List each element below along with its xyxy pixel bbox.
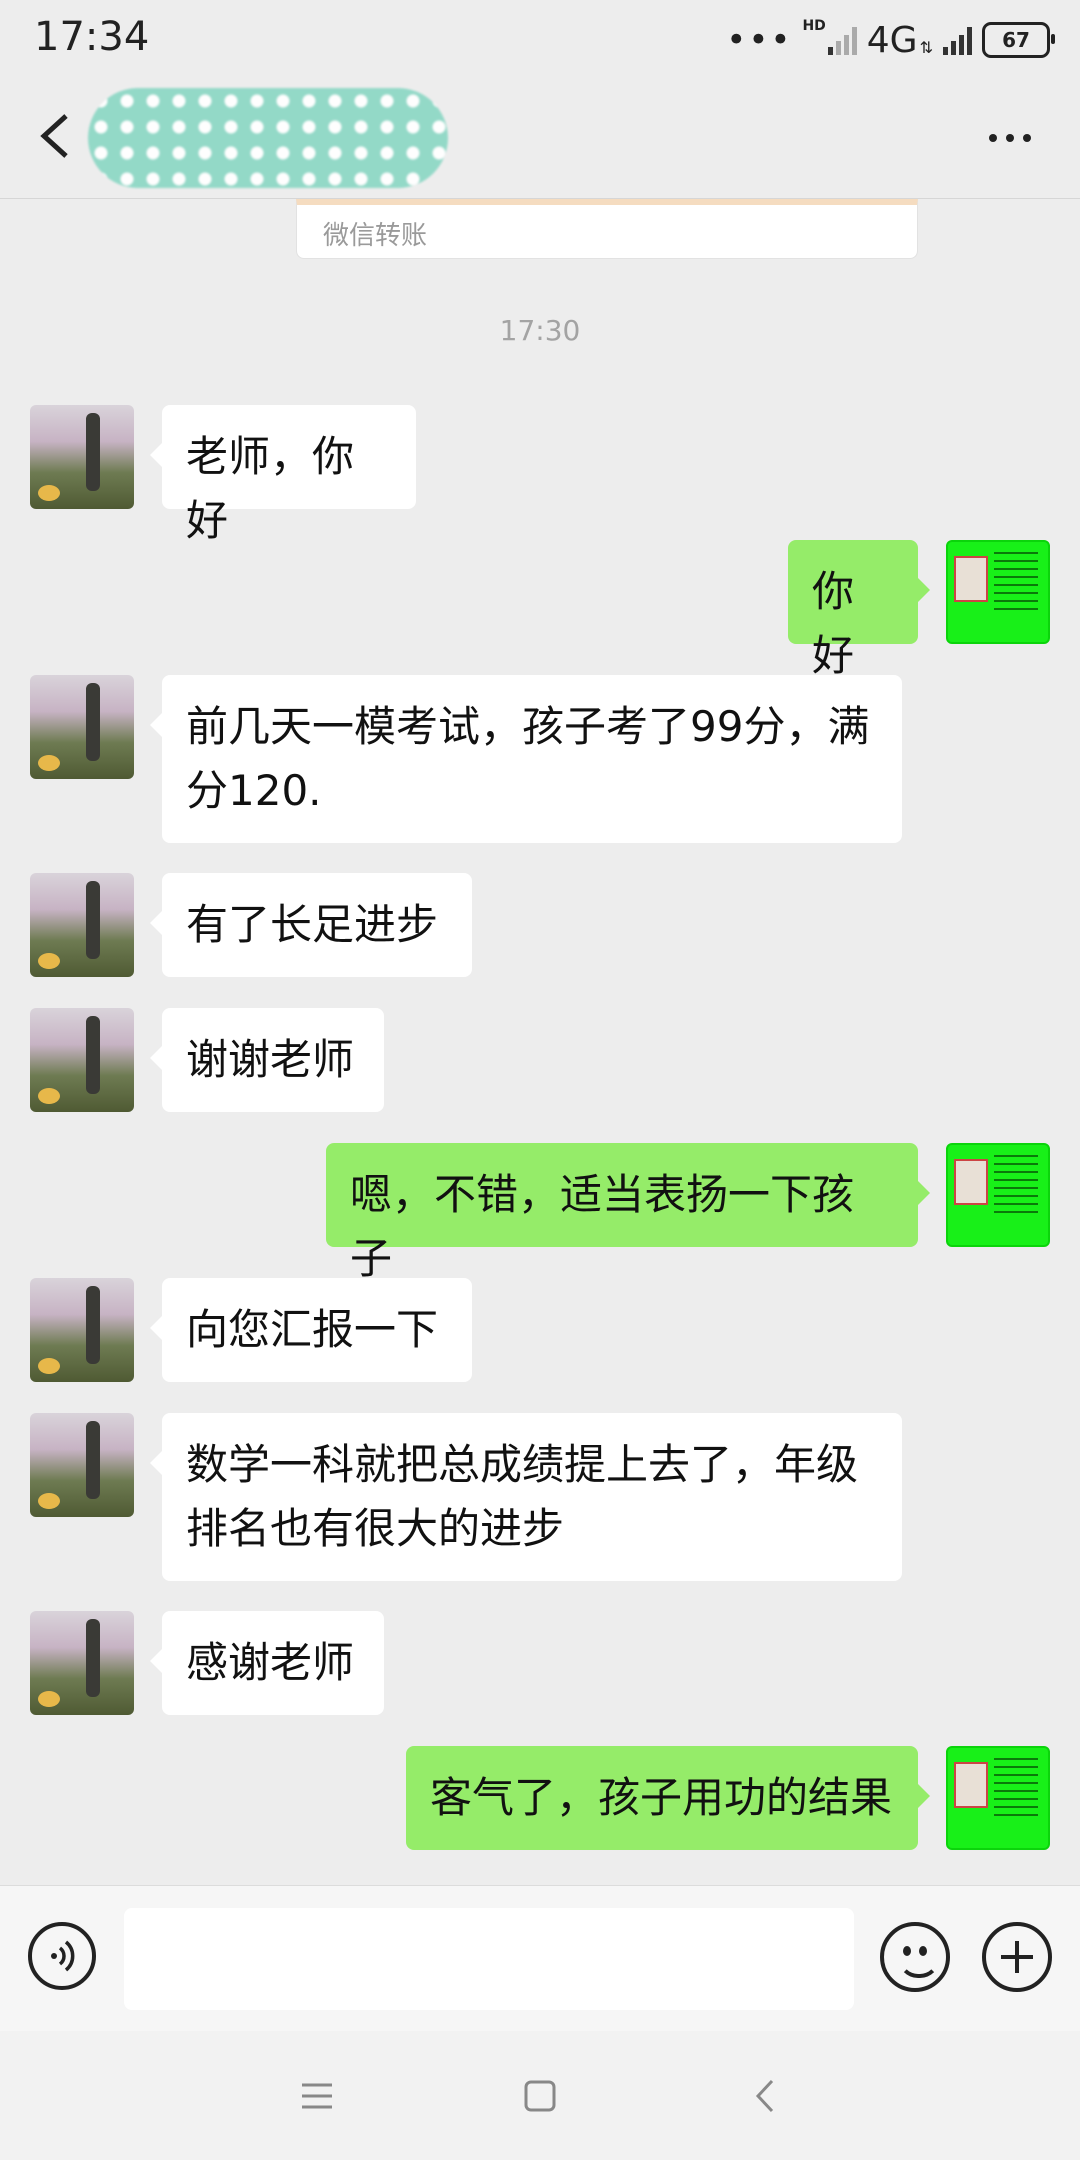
signal-icon-1: [827, 25, 857, 55]
message-row: 向您汇报一下: [0, 1278, 1080, 1388]
message-input[interactable]: [124, 1908, 854, 2010]
message-bubble[interactable]: 有了长足进步: [150, 873, 472, 977]
chat-header: [0, 78, 1080, 199]
transfer-label: 微信转账: [323, 221, 428, 251]
network-type: 4G: [866, 19, 918, 61]
message-row: 感谢老师: [0, 1611, 1080, 1721]
notification-dots-icon: •••: [726, 20, 793, 60]
menu-icon[interactable]: [282, 2061, 352, 2131]
battery-icon: 67: [982, 22, 1055, 58]
chat-input-bar: [0, 1885, 1080, 2032]
wechat-transfer-card[interactable]: 微信转账: [296, 199, 918, 259]
contact-name[interactable]: [88, 88, 448, 188]
message-bubble[interactable]: 老师，你好: [150, 405, 416, 545]
hd-badge: HD: [802, 18, 826, 34]
home-icon[interactable]: [505, 2061, 575, 2131]
avatar[interactable]: [30, 873, 134, 977]
message-bubble[interactable]: 客气了，孩子用功的结果: [406, 1746, 930, 1850]
message-row: 你好: [0, 540, 1080, 680]
system-nav-bar: [0, 2031, 1080, 2160]
avatar[interactable]: [30, 1278, 134, 1382]
avatar[interactable]: [946, 1143, 1050, 1247]
voice-icon[interactable]: [28, 1922, 96, 1990]
message-bubble[interactable]: 向您汇报一下: [150, 1278, 472, 1382]
message-row: 客气了，孩子用功的结果: [0, 1746, 1080, 1856]
message-list[interactable]: 微信转账 17:30 老师，你好 你好 前几天一模考试，孩子考了99分，满分12…: [0, 199, 1080, 1885]
signal-icon-2: [943, 25, 972, 55]
emoji-icon[interactable]: [880, 1922, 950, 1992]
message-bubble[interactable]: 谢谢老师: [150, 1008, 384, 1112]
message-bubble[interactable]: 嗯，不错，适当表扬一下孩子: [326, 1143, 930, 1283]
status-time: 17:34: [34, 14, 150, 60]
status-icons: ••• HD 4G ⇅ 67: [726, 18, 1055, 62]
message-bubble[interactable]: 你好: [788, 540, 930, 680]
avatar[interactable]: [946, 1746, 1050, 1850]
message-row: 前几天一模考试，孩子考了99分，满分120.: [0, 675, 1080, 845]
data-arrows-icon: ⇅: [919, 38, 933, 57]
message-row: 嗯，不错，适当表扬一下孩子: [0, 1143, 1080, 1283]
avatar[interactable]: [30, 675, 134, 779]
avatar[interactable]: [30, 1611, 134, 1715]
message-row: 数学一科就把总成绩提上去了，年级排名也有很大的进步: [0, 1413, 1080, 1583]
status-bar: 17:34 ••• HD 4G ⇅ 67: [0, 0, 1080, 78]
plus-icon[interactable]: [982, 1922, 1052, 1992]
avatar[interactable]: [30, 405, 134, 509]
message-row: 有了长足进步: [0, 873, 1080, 983]
avatar[interactable]: [946, 540, 1050, 644]
message-bubble[interactable]: 感谢老师: [150, 1611, 384, 1715]
avatar[interactable]: [30, 1413, 134, 1517]
back-icon[interactable]: [730, 2061, 800, 2131]
battery-level: 67: [1002, 28, 1030, 52]
chevron-left-icon[interactable]: [30, 106, 90, 166]
message-row: 谢谢老师: [0, 1008, 1080, 1118]
more-horizontal-icon[interactable]: [980, 118, 1040, 158]
message-bubble[interactable]: 数学一科就把总成绩提上去了，年级排名也有很大的进步: [150, 1413, 902, 1581]
message-row: 老师，你好: [0, 405, 1080, 545]
avatar[interactable]: [30, 1008, 134, 1112]
message-bubble[interactable]: 前几天一模考试，孩子考了99分，满分120.: [150, 675, 902, 843]
message-timestamp: 17:30: [499, 314, 581, 347]
